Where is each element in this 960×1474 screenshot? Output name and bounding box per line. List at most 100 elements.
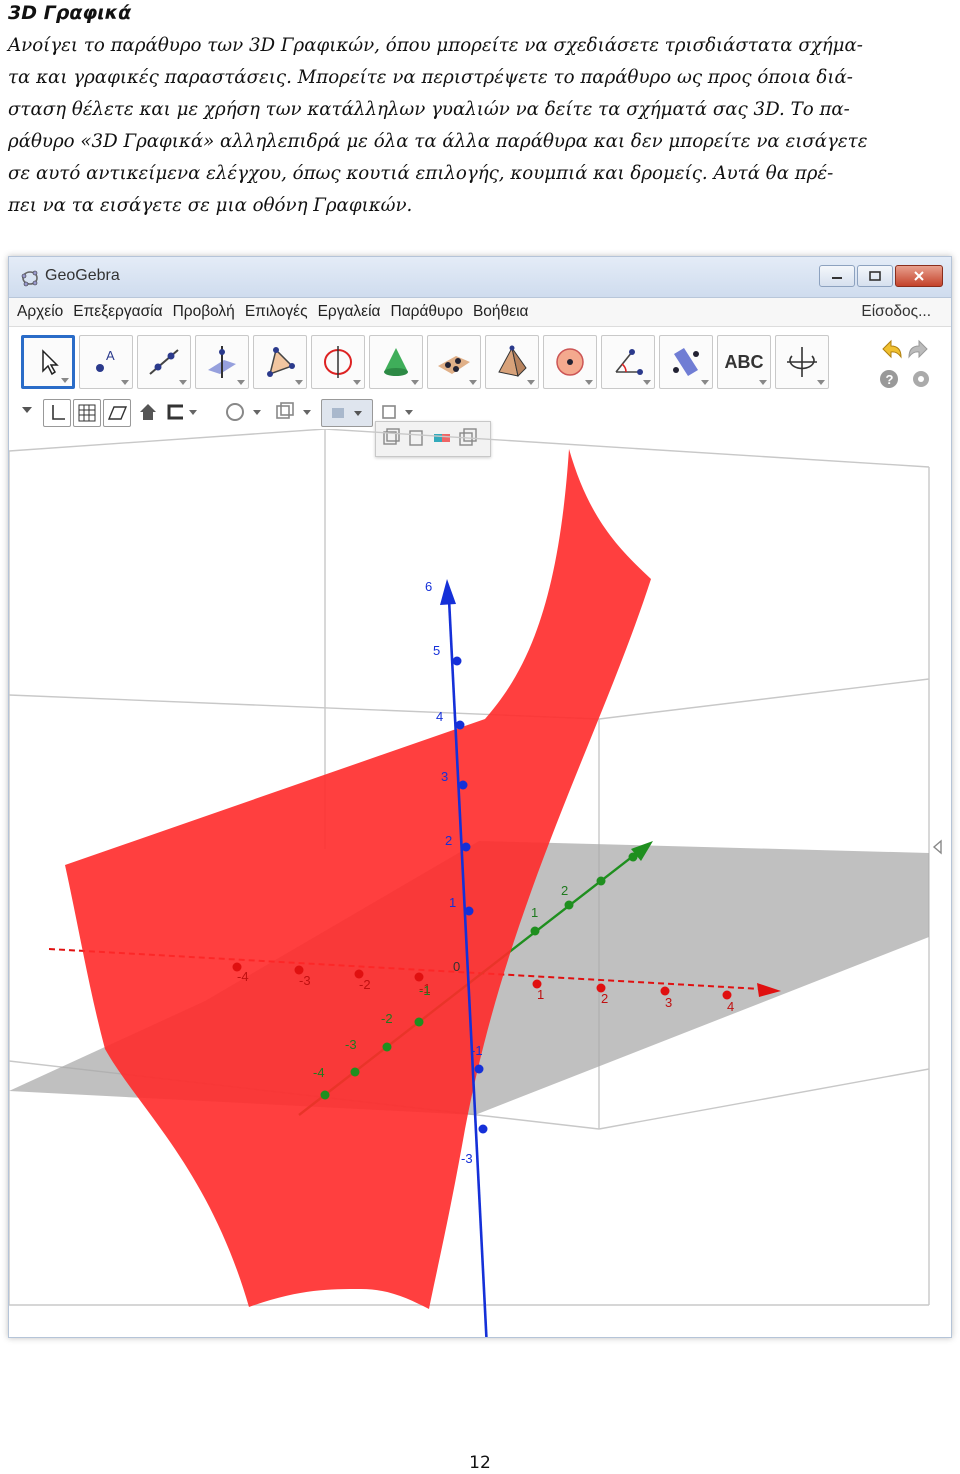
x-axis-tick-point (414, 972, 424, 982)
menu-file[interactable]: Αρχείο (17, 303, 63, 321)
minimize-icon (832, 277, 842, 279)
geogebra-logo-icon (21, 270, 38, 287)
plane-tool-button[interactable] (427, 335, 481, 389)
z-axis-tick-point (461, 842, 471, 852)
title-bar[interactable]: GeoGebra (9, 257, 951, 298)
settings-gear-icon[interactable] (913, 371, 929, 387)
y-axis-tick-point (564, 900, 574, 910)
menu-tools[interactable]: Εργαλεία (318, 303, 381, 321)
perpendicular-plane-icon (208, 346, 236, 378)
toggle-grid-button[interactable] (73, 399, 101, 427)
arrow-cursor-icon (42, 349, 59, 376)
help-icon[interactable]: ? (880, 370, 898, 388)
menu-window[interactable]: Παράθυρο (391, 303, 463, 321)
x-axis-tick-point (532, 979, 542, 989)
sphere-tool-button[interactable] (543, 335, 597, 389)
y-axis-tick-point (350, 1067, 360, 1077)
x-tick-label: -2 (359, 977, 371, 992)
graphics-3d-view[interactable]: -4 -3 -2 -1 1 2 3 4 -4 -3 -2 -1 1 2 6 5 … (9, 429, 951, 1337)
close-button[interactable] (895, 265, 943, 287)
x-axis-tick-point (294, 965, 304, 975)
line-tool-button[interactable] (137, 335, 191, 389)
side-panel-toggle-icon[interactable] (932, 839, 942, 855)
paragraph-line: Ανοίγει το παράθυρο των 3D Γραφικών, όπο… (8, 35, 863, 56)
menu-options[interactable]: Επιλογές (245, 303, 308, 321)
line-icon (149, 349, 179, 375)
minimize-button[interactable] (819, 265, 855, 287)
clipping-icon[interactable] (163, 399, 203, 425)
angle-icon (615, 349, 643, 375)
x-tick-label: 4 (727, 999, 734, 1014)
y-axis-tick-point (628, 852, 638, 862)
menu-view[interactable]: Προβολή (173, 303, 235, 321)
z-tick-label: 6 (425, 579, 432, 594)
reflect-tool-button[interactable] (659, 335, 713, 389)
home-icon[interactable] (137, 399, 159, 425)
menu-edit[interactable]: Επεξεργασία (73, 303, 162, 321)
x-axis-tick-point (722, 990, 732, 1000)
cone-tool-button[interactable] (369, 335, 423, 389)
x-tick-label: 2 (601, 991, 608, 1006)
rotate-view-icon (787, 347, 817, 377)
x-tick-label: -4 (237, 969, 249, 984)
x-axis-tick-point (232, 962, 242, 972)
page-number: 12 (469, 1453, 491, 1473)
redo-icon[interactable] (908, 339, 928, 359)
z-tick-label: 5 (433, 643, 440, 658)
move-tool-button[interactable] (21, 335, 75, 389)
polygon-tool-button[interactable] (253, 335, 307, 389)
view-direction-icon[interactable] (271, 399, 317, 425)
login-link[interactable]: Είσοδος... (861, 303, 931, 321)
angle-tool-button[interactable] (601, 335, 655, 389)
y-axis-tick-point (382, 1042, 392, 1052)
toolbar: A ABC ? (9, 327, 951, 395)
circle-tool-button[interactable] (311, 335, 365, 389)
origin-label: 0 (453, 959, 460, 974)
perpendicular-tool-button[interactable] (195, 335, 249, 389)
collapse-stylebar-icon[interactable] (19, 399, 37, 425)
maximize-button[interactable] (857, 265, 893, 287)
undo-icon[interactable] (882, 339, 902, 359)
reflect-plane-icon (673, 348, 699, 376)
x-axis-tick-point (660, 986, 670, 996)
paragraph-line: σε αυτό αντικείμενα ελέγχου, όπως κουτιά… (8, 163, 834, 184)
pyramid-icon (498, 345, 527, 378)
z-tick-label: 3 (441, 769, 448, 784)
rotate-view-tool-button[interactable] (775, 335, 829, 389)
menu-bar: Αρχείο Επεξεργασία Προβολή Επιλογές Εργα… (9, 298, 951, 327)
z-tick-label: 1 (449, 895, 456, 910)
x-tick-label: -3 (299, 973, 311, 988)
y-tick-label: -4 (313, 1065, 325, 1080)
projection-dropdown-button[interactable] (321, 399, 373, 427)
polygon-icon (267, 347, 295, 377)
x-axis-tick-point (354, 969, 364, 979)
y-axis-tick-point (414, 1017, 424, 1027)
text-tool-button[interactable]: ABC (717, 335, 771, 389)
toggle-plane-button[interactable] (103, 399, 131, 427)
app-title: GeoGebra (45, 267, 120, 284)
rotate-animation-icon[interactable] (221, 399, 267, 425)
y-tick-label: 2 (561, 883, 568, 898)
document-text: 3D Γραφικά Ανοίγει το παράθυρο των 3D Γρ… (8, 0, 948, 222)
undo-redo-help-group: ? (880, 339, 929, 388)
z-axis-tick-point (458, 780, 468, 790)
close-icon (914, 271, 924, 281)
z-tick-label: 2 (445, 833, 452, 848)
section-title: 3D Γραφικά (8, 2, 132, 24)
toggle-axes-button[interactable] (43, 399, 71, 427)
x-tick-label: 1 (537, 987, 544, 1002)
plane-icon (107, 406, 127, 420)
point-icon: A (96, 348, 115, 372)
pyramid-tool-button[interactable] (485, 335, 539, 389)
projection-icon (332, 408, 362, 418)
paragraph-line: ράθυρο «3D Γραφικά» αλληλεπιδρά με όλα τ… (8, 131, 868, 152)
y-axis-tick-point (596, 876, 606, 886)
y-axis-tick-point (320, 1090, 330, 1100)
z-tick-label: 4 (436, 709, 443, 724)
point-tool-button[interactable]: A (79, 335, 133, 389)
z-axis-tick-point (455, 720, 465, 730)
grid-icon (78, 404, 96, 422)
menu-help[interactable]: Βοήθεια (473, 303, 529, 321)
z-axis-tick-point (478, 1124, 488, 1134)
style-bar (9, 395, 951, 457)
